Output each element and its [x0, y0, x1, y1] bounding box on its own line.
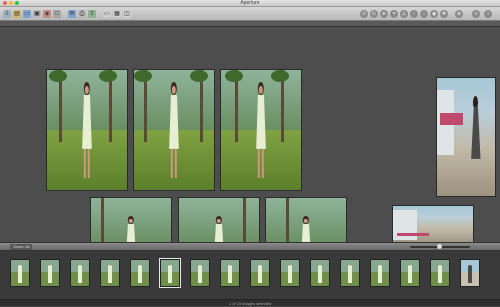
filmstrip-thumbnail-selected[interactable]: [159, 258, 181, 288]
browser-mode-icon[interactable]: ▦: [113, 10, 121, 18]
filmstrip-thumbnail[interactable]: [70, 259, 90, 287]
smart-album-icon[interactable]: ◈: [43, 10, 51, 18]
filmstrip-thumbnail[interactable]: [250, 259, 270, 287]
model-figure: [80, 82, 94, 180]
filmstrip-thumbnail[interactable]: [340, 259, 360, 287]
red-eye-icon[interactable]: ◉: [430, 10, 438, 18]
filmstrip-thumbnail[interactable]: [460, 259, 480, 287]
viewer-photo-5[interactable]: [90, 197, 172, 242]
filmstrip-thumbnail[interactable]: [400, 259, 420, 287]
thumbnail-size-slider[interactable]: [410, 244, 470, 249]
straighten-icon[interactable]: ∠: [400, 10, 408, 18]
filmstrip-thumbnail[interactable]: [10, 259, 30, 287]
viewer-photo-2[interactable]: [133, 69, 215, 191]
viewer-photo-4[interactable]: [436, 77, 496, 197]
adjustments-icon[interactable]: ≡: [472, 10, 480, 18]
light-table-icon[interactable]: □: [53, 10, 61, 18]
viewer-photo-7[interactable]: [265, 197, 347, 242]
window-titlebar: Aperture: [0, 0, 500, 7]
filmstrip-toolbar: Show: All: [0, 242, 500, 251]
stamp-icon[interactable]: ↓: [420, 10, 428, 18]
email-icon[interactable]: ✉: [68, 10, 76, 18]
rotate-left-icon[interactable]: ↺: [360, 10, 368, 18]
filmstrip-thumbnail[interactable]: [280, 259, 300, 287]
lift-icon[interactable]: ↑: [410, 10, 418, 18]
model-figure: [254, 82, 268, 180]
status-bar: 1 of 15 images selected: [0, 299, 500, 306]
filmstrip-thumbnail[interactable]: [130, 259, 150, 287]
export-icon[interactable]: ⇪: [88, 10, 96, 18]
filmstrip-thumbnail[interactable]: [100, 259, 120, 287]
crop-icon[interactable]: ⌗: [390, 10, 398, 18]
viewer-photo-6[interactable]: [178, 197, 260, 242]
model-figure: [167, 82, 181, 180]
split-mode-icon[interactable]: ◫: [123, 10, 131, 18]
model-figure: [471, 95, 481, 190]
spot-patch-icon[interactable]: ✚: [440, 10, 448, 18]
rotate-right-icon[interactable]: ↻: [370, 10, 378, 18]
viewer-photo-3[interactable]: [220, 69, 302, 191]
filmstrip-thumbnail[interactable]: [190, 259, 210, 287]
filmstrip-thumbnail[interactable]: [310, 259, 330, 287]
zoom-icon[interactable]: ⊕: [455, 10, 463, 18]
selection-icon[interactable]: ➤: [380, 10, 388, 18]
filmstrip-thumbnail[interactable]: [220, 259, 240, 287]
slider-knob[interactable]: [437, 244, 442, 249]
viewer-photo-8[interactable]: [392, 205, 474, 242]
main-toolbar: ⇩ ▤ ▭ ▣ ◈ □ ✉ ⎙ ⇪ ▭ ▦ ◫ ↺ ↻ ➤ ⌗ ∠ ↑ ↓ ◉ …: [0, 7, 500, 21]
inspector-icon[interactable]: i: [484, 10, 492, 18]
filmstrip: [0, 251, 500, 299]
import-icon[interactable]: ⇩: [3, 10, 11, 18]
print-icon[interactable]: ⎙: [78, 10, 86, 18]
filmstrip-thumbnail[interactable]: [430, 259, 450, 287]
viewer-photo-1[interactable]: [46, 69, 128, 191]
window-title: Aperture: [240, 0, 260, 6]
filmstrip-thumbnail[interactable]: [40, 259, 60, 287]
filmstrip-view-popup[interactable]: Show: All: [10, 244, 33, 250]
filmstrip-thumbnail[interactable]: [370, 259, 390, 287]
album-icon[interactable]: ▣: [33, 10, 41, 18]
viewer-area: [0, 27, 500, 242]
new-project-icon[interactable]: ▤: [13, 10, 21, 18]
viewer-mode-icon[interactable]: ▭: [103, 10, 111, 18]
folder-icon[interactable]: ▭: [23, 10, 31, 18]
